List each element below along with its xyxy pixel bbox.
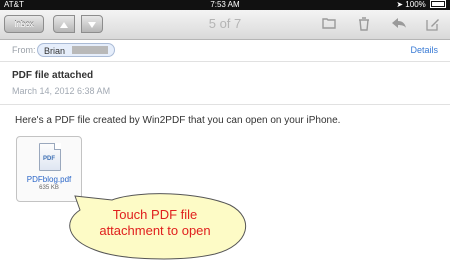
from-label: From: <box>12 45 36 55</box>
trash-icon[interactable] <box>357 17 371 31</box>
pdf-file-icon: PDF <box>39 143 61 171</box>
callout-line-2: attachment to open <box>99 223 211 238</box>
message-date: March 14, 2012 6:38 AM <box>12 86 111 96</box>
details-link[interactable]: Details <box>410 45 438 55</box>
message-counter: 5 of 7 <box>208 16 242 31</box>
from-row: From: Brian Details <box>0 40 450 62</box>
attachment-filename: PDFblog.pdf <box>26 175 72 184</box>
status-bar: AT&T 7:53 AM ➤ 100% <box>0 0 450 10</box>
redacted-surname <box>72 46 108 54</box>
message-subject: PDF file attached <box>12 70 94 81</box>
battery-icon <box>430 0 446 8</box>
sender-chip[interactable]: Brian <box>37 43 115 57</box>
pdf-attachment[interactable]: PDF PDFblog.pdf 635 KB <box>16 136 82 202</box>
reply-icon[interactable] <box>391 17 406 31</box>
attachment-size: 635 KB <box>39 185 59 191</box>
compose-icon[interactable] <box>426 17 440 31</box>
battery-status: ➤ 100% <box>396 0 446 10</box>
callout-text: Touch PDF file attachment to open <box>70 207 240 239</box>
folder-icon[interactable] <box>322 17 336 31</box>
clock-label: 7:53 AM <box>210 0 240 9</box>
mail-toolbar: Inbox 5 of 7 <box>0 10 450 40</box>
message-body: Here's a PDF file created by Win2PDF tha… <box>15 115 341 126</box>
battery-percent: 100% <box>405 0 426 9</box>
subject-row: PDF file attached March 14, 2012 6:38 AM <box>0 62 450 105</box>
sender-name: Brian <box>44 46 66 56</box>
location-icon: ➤ <box>396 0 404 9</box>
pdf-icon-label: PDF <box>43 156 55 162</box>
callout-line-1: Touch PDF file <box>112 207 198 222</box>
